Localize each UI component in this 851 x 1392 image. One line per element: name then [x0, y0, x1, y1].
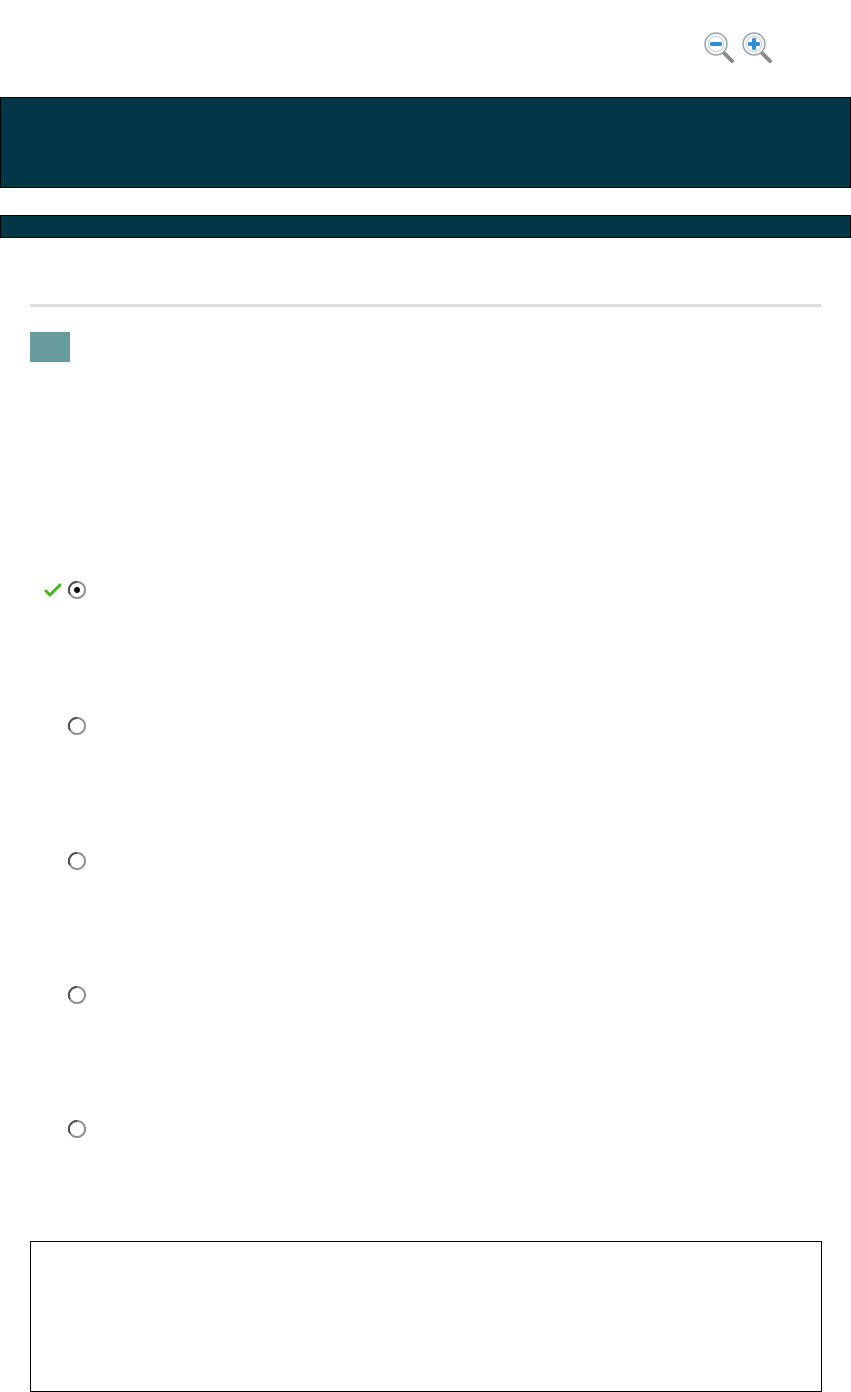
radio-button[interactable]: [66, 984, 88, 1006]
zoom-in-icon[interactable]: [741, 30, 773, 64]
feedback-box: [30, 1241, 822, 1392]
radio-button[interactable]: [66, 715, 88, 737]
radio-button[interactable]: [66, 1118, 88, 1140]
radio-button[interactable]: [66, 850, 88, 872]
answer-option[interactable]: [40, 982, 96, 1008]
sub-header-bar: [0, 215, 851, 238]
correct-check-icon: [40, 580, 66, 600]
answer-option[interactable]: [40, 713, 96, 739]
zoom-controls: [703, 30, 773, 64]
check-placeholder: [40, 716, 66, 736]
check-placeholder: [40, 1119, 66, 1139]
radio-button-selected[interactable]: [66, 579, 88, 601]
check-placeholder: [40, 851, 66, 871]
header-banner: [0, 97, 851, 188]
check-placeholder: [40, 985, 66, 1005]
divider: [30, 304, 821, 307]
question-number-badge: [30, 332, 70, 362]
answer-option[interactable]: [40, 577, 96, 603]
answer-option[interactable]: [40, 1116, 96, 1142]
answer-option[interactable]: [40, 848, 96, 874]
zoom-out-icon[interactable]: [703, 30, 735, 64]
